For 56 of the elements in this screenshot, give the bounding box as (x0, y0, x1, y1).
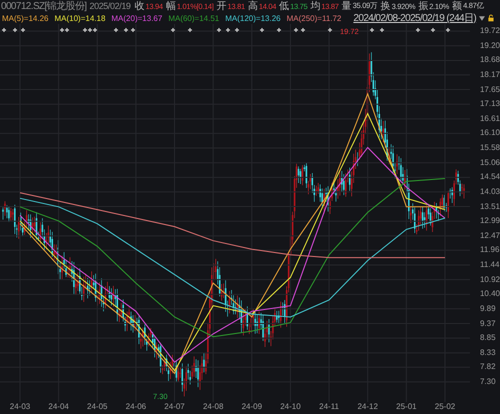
axis-label: 10.40 (480, 288, 500, 300)
axis-label: 11.96 (480, 244, 500, 256)
quote-label: 低 (279, 0, 290, 13)
axis-label: 7.82 (480, 361, 497, 374)
stock-code: 000712.SZ[锦龙股份] (1, 0, 86, 13)
quote-label: 振 (418, 0, 428, 13)
axis-label: 9.37 (480, 318, 497, 330)
axis-label: 24-06 (126, 402, 146, 411)
quote-label: 收 (134, 0, 145, 13)
axis-label: 18.17 (480, 68, 500, 81)
axis-label: 19.20 (480, 40, 500, 52)
axis-label: 11.44 (480, 259, 500, 271)
quote-label: 幅 (166, 0, 176, 13)
axis-label: 17.13 (480, 98, 500, 110)
axis-label: 24-07 (164, 402, 185, 411)
axis-label: 24-09 (242, 402, 262, 411)
axis-label: 25-02 (434, 402, 456, 411)
axis-label: 24-11 (319, 402, 340, 411)
legend-label: MA(5)=14.26 (2, 14, 48, 22)
axis-label: 24-12 (357, 402, 378, 411)
axis-label: 18.68 (480, 54, 500, 66)
axis-label: 16.10 (480, 127, 500, 140)
axis-label: 24-08 (202, 402, 224, 411)
legend-label: MA(10)=14.18 (54, 14, 106, 22)
axis-label: 7.30 (480, 376, 497, 388)
axis-label: 13.51 (480, 200, 500, 212)
quote-label: 量 (342, 0, 352, 13)
quote-label: 均 (310, 0, 320, 13)
axis-label: 19.72 (480, 25, 500, 37)
axis-label: 15.06 (480, 156, 500, 169)
axis-label: 15.58 (480, 142, 500, 154)
axis-label: 24-03 (10, 402, 30, 411)
quote-label: 高 (248, 0, 258, 13)
axis-label: 8.33 (480, 346, 497, 359)
axis-label: 14.03 (480, 186, 500, 198)
quote-label: 开 (216, 0, 227, 13)
legend-label: MA(120)=13.26 (225, 14, 281, 22)
axis-label: 12.47 (480, 230, 500, 242)
quote-label: 换 (380, 0, 391, 13)
axis-label: 8.85 (480, 332, 497, 344)
axis-label: 10.92 (480, 274, 500, 286)
quote-date: 2025/02/19 (89, 1, 131, 11)
legend-label: MA(20)=13.67 (111, 14, 162, 22)
axis-label: 24-04 (48, 402, 69, 411)
axis-label: 25-01 (396, 402, 417, 411)
date-range-link[interactable]: 2024/02/08-2025/02/19 (244日) (353, 11, 476, 25)
axis-label: 16.61 (480, 112, 500, 125)
axis-label: 17.65 (480, 84, 500, 96)
axis-label: 14.54 (480, 171, 500, 184)
axis-label: 12.99 (480, 215, 500, 228)
axis-label: 24-05 (87, 402, 108, 411)
axis-label: 24-10 (280, 402, 301, 411)
axis-label: 9.89 (480, 302, 497, 315)
legend-label: MA(250)=11.72 (286, 14, 342, 22)
quote-label: 额 (452, 0, 462, 13)
legend-label: MA(60)=14.51 (168, 14, 220, 22)
